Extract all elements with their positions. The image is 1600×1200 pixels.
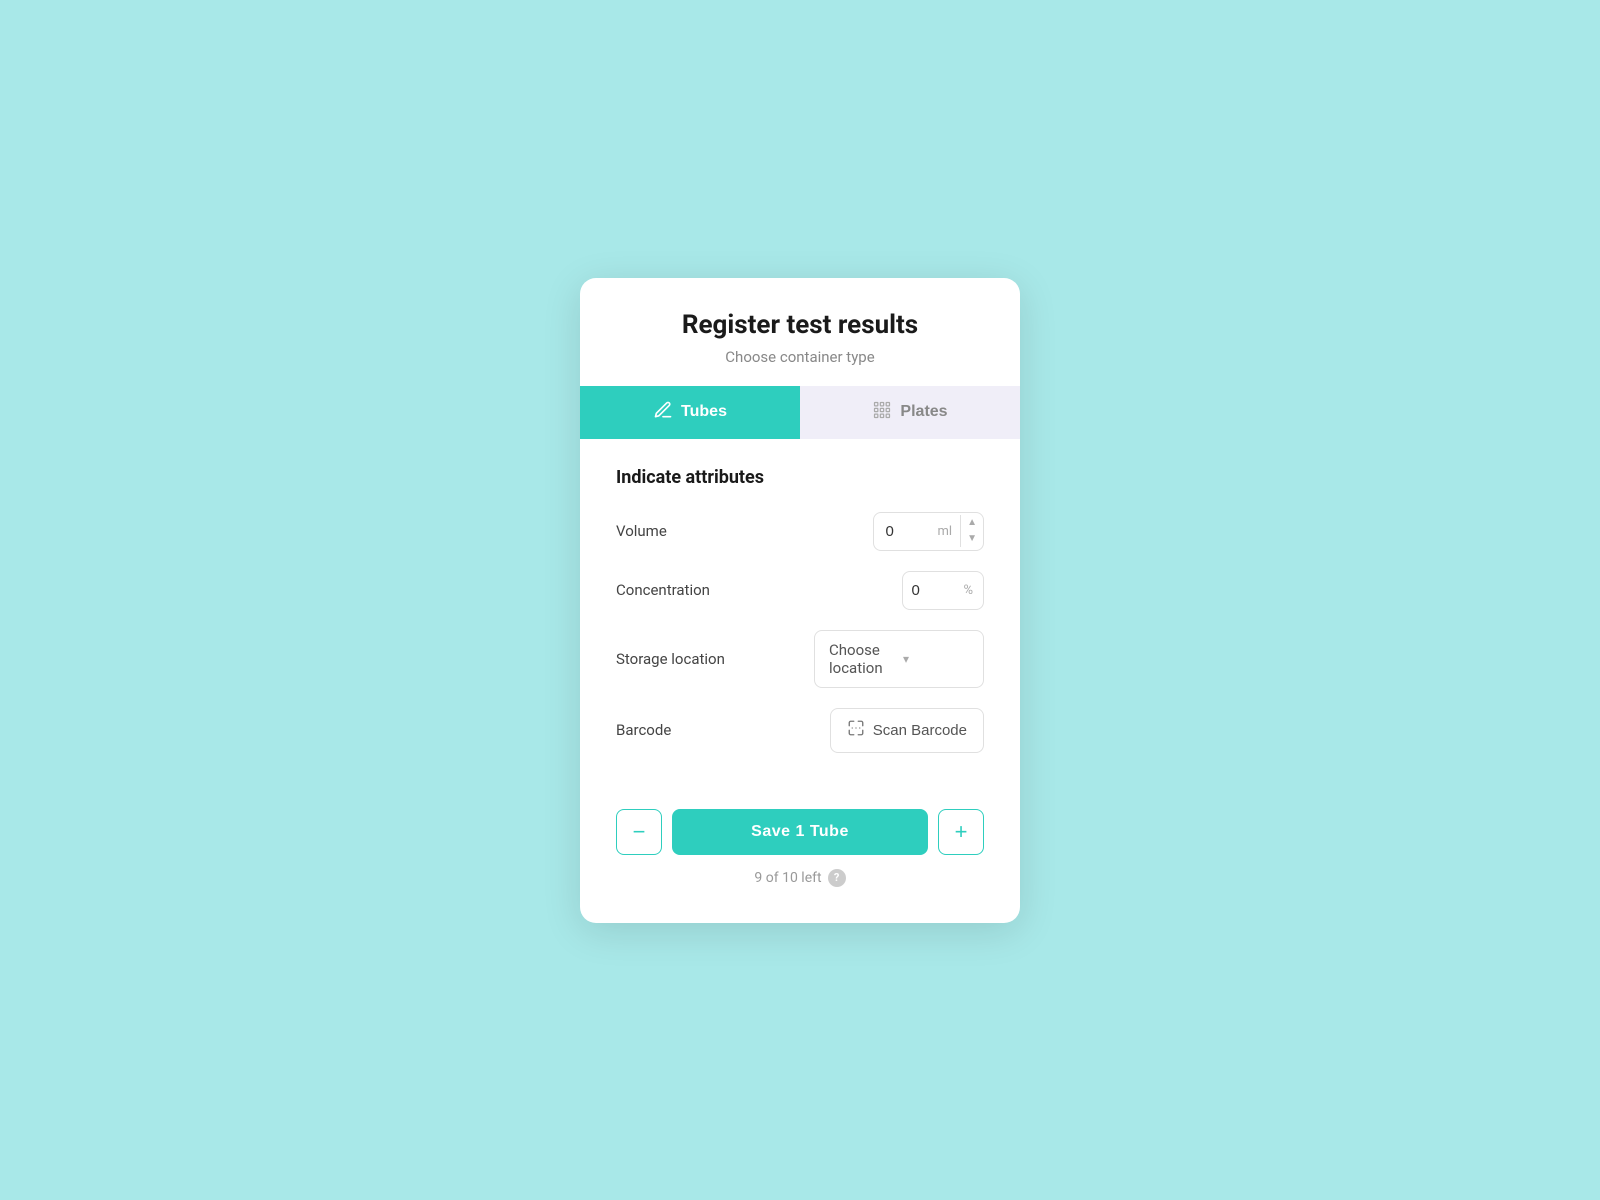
save-button[interactable]: Save 1 Tube (672, 809, 928, 855)
scan-icon (847, 719, 865, 742)
plates-icon (872, 400, 892, 425)
concentration-unit: % (963, 573, 983, 608)
volume-field-row: Volume ml ▲ ▼ (616, 512, 984, 551)
modal-subtitle: Choose container type (612, 348, 988, 366)
tab-tubes-label: Tubes (681, 403, 727, 421)
scan-barcode-label: Scan Barcode (873, 722, 967, 739)
register-modal: Register test results Choose container t… (580, 278, 1020, 923)
remaining-count: 9 of 10 left (754, 870, 821, 886)
barcode-field-row: Barcode Scan Barcode (616, 708, 984, 753)
container-type-tabs: Tubes Plates (580, 386, 1020, 439)
concentration-label: Concentration (616, 581, 710, 599)
storage-location-label: Storage location (616, 650, 725, 668)
tubes-icon (653, 400, 673, 425)
modal-header: Register test results Choose container t… (580, 278, 1020, 386)
volume-input[interactable] (874, 513, 934, 550)
barcode-label: Barcode (616, 721, 671, 739)
volume-input-group: ml ▲ ▼ (873, 512, 984, 551)
footer-info: 9 of 10 left ? (580, 869, 1020, 887)
attributes-section: Indicate attributes Volume ml ▲ ▼ Concen… (580, 439, 1020, 801)
volume-label: Volume (616, 522, 667, 540)
decrement-button[interactable]: − (616, 809, 662, 855)
volume-spinner: ▲ ▼ (960, 515, 983, 547)
volume-unit: ml (934, 514, 961, 549)
actions-row: − Save 1 Tube + (580, 801, 1020, 855)
volume-increment[interactable]: ▲ (961, 515, 983, 531)
chevron-down-icon: ▾ (903, 652, 969, 666)
concentration-input-group: % (902, 571, 984, 610)
location-dropdown-text: Choose location (829, 641, 895, 677)
tab-plates-label: Plates (900, 403, 947, 421)
volume-decrement[interactable]: ▼ (961, 531, 983, 547)
storage-location-dropdown[interactable]: Choose location ▾ (814, 630, 984, 688)
tab-plates[interactable]: Plates (800, 386, 1020, 439)
help-icon[interactable]: ? (828, 869, 846, 887)
modal-title: Register test results (612, 310, 988, 340)
section-title: Indicate attributes (616, 467, 984, 488)
concentration-field-row: Concentration % (616, 571, 984, 610)
scan-barcode-button[interactable]: Scan Barcode (830, 708, 984, 753)
tab-tubes[interactable]: Tubes (580, 386, 800, 439)
storage-location-field-row: Storage location Choose location ▾ (616, 630, 984, 688)
concentration-input[interactable] (903, 572, 963, 609)
increment-button[interactable]: + (938, 809, 984, 855)
